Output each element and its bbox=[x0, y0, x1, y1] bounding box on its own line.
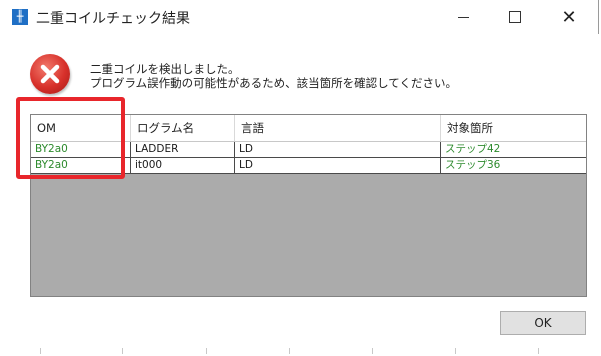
minimize-icon bbox=[457, 16, 469, 18]
cell-language: LD bbox=[235, 158, 441, 173]
window-title: 二重コイルチェック結果 bbox=[36, 11, 190, 27]
ladder-app-icon: ╫ bbox=[12, 9, 28, 25]
maximize-icon bbox=[509, 11, 521, 23]
cell-program-name: it000 bbox=[131, 158, 235, 173]
column-header-target-location[interactable]: 対象箇所 bbox=[441, 115, 586, 141]
minimize-button[interactable] bbox=[440, 0, 486, 34]
bottom-ruler bbox=[0, 348, 601, 356]
column-header-program-name[interactable]: ログラム名 bbox=[131, 115, 235, 141]
message-line-2: プログラム誤作動の可能性があるため、該当箇所を確認してください。 bbox=[90, 76, 457, 90]
ok-button[interactable]: OK bbox=[500, 311, 586, 335]
column-header-language[interactable]: 言語 bbox=[235, 115, 441, 141]
error-icon bbox=[30, 54, 70, 94]
cell-target-location: ステップ42 bbox=[445, 143, 501, 155]
title-bar: ╫ 二重コイルチェック結果 ✕ bbox=[0, 0, 601, 34]
close-button[interactable]: ✕ bbox=[546, 0, 592, 34]
cell-target-location: ステップ36 bbox=[445, 159, 501, 171]
close-icon: ✕ bbox=[561, 6, 577, 28]
cell-language: LD bbox=[235, 142, 441, 157]
cell-program-name: LADDER bbox=[131, 142, 235, 157]
window-border bbox=[598, 0, 599, 34]
highlight-annotation bbox=[16, 97, 125, 179]
maximize-button[interactable] bbox=[492, 0, 538, 34]
